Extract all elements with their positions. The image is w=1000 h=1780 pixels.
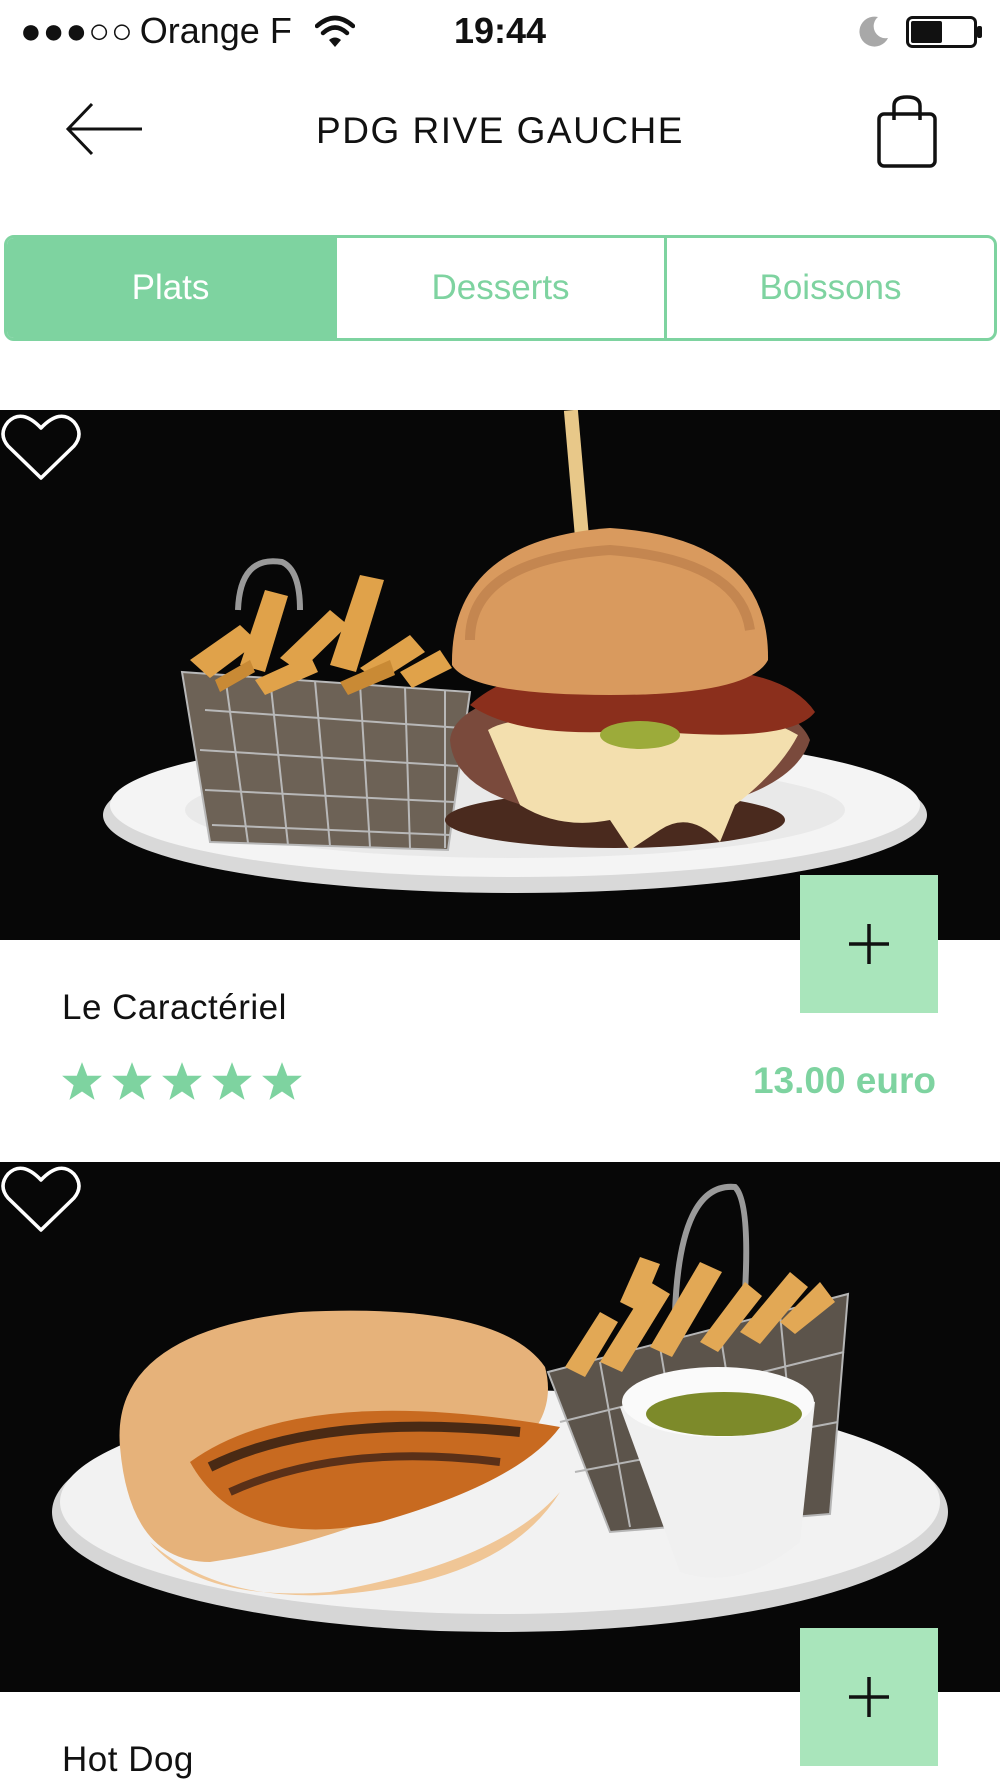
hotdog-and-fries-photo[interactable] (0, 1162, 1000, 1692)
rating-stars (60, 1060, 304, 1102)
product-name: Le Caractériel (62, 988, 287, 1027)
star-icon (262, 1062, 302, 1100)
heart-icon[interactable] (0, 1162, 82, 1234)
page-title: PDG RIVE GAUCHE (316, 110, 684, 151)
category-tabs: Plats Desserts Boissons (4, 235, 997, 341)
moon-icon (859, 16, 888, 47)
add-to-cart-button[interactable] (800, 875, 938, 1013)
star-icon (212, 1062, 252, 1100)
header: PDG RIVE GAUCHE (0, 64, 1000, 204)
tab-desserts[interactable]: Desserts (334, 238, 664, 338)
star-icon (112, 1062, 152, 1100)
product-name: Hot Dog (62, 1740, 194, 1779)
star-icon (162, 1062, 202, 1100)
heart-icon[interactable] (0, 410, 82, 482)
tab-plats[interactable]: Plats (7, 238, 334, 338)
status-bar: ●●●○○ Orange F 19:44 (0, 0, 1000, 64)
product-card: Hot Dog (0, 1162, 1000, 1779)
battery-fill (911, 21, 942, 43)
product-price: 13.00 euro (752, 1060, 936, 1101)
plus-icon (849, 1677, 889, 1717)
product-card: Le Caractériel 13.00 euro (0, 410, 1000, 1170)
clock: 19:44 (453, 10, 547, 51)
burger-and-fries-photo[interactable] (0, 410, 1000, 940)
battery-icon (906, 16, 982, 48)
shopping-bag-icon[interactable] (872, 94, 942, 170)
tab-boissons[interactable]: Boissons (664, 238, 994, 338)
star-icon (62, 1062, 102, 1100)
plus-icon (849, 924, 889, 964)
add-to-cart-button[interactable] (800, 1628, 938, 1766)
